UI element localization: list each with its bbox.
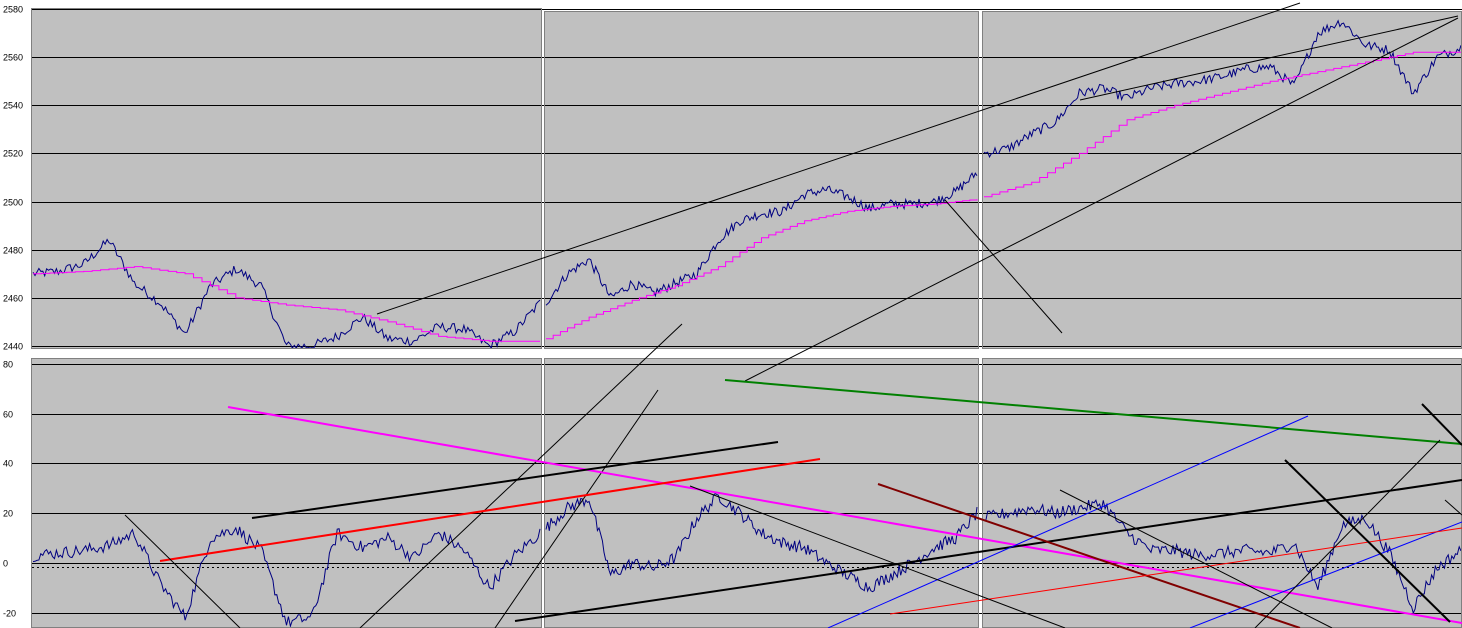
y-tick-label: -20 (3, 609, 16, 619)
y-tick-label: 40 (3, 459, 13, 469)
y-tick-label: 2580 (3, 5, 23, 15)
y-tick-label: 2460 (3, 294, 23, 304)
y-tick-label: 2540 (3, 101, 23, 111)
oscillator-panel-1 (32, 359, 541, 628)
y-tick-label: 2520 (3, 149, 23, 159)
price-panel-2 (545, 12, 978, 348)
y-tick-label: 0 (3, 559, 8, 569)
y-tick-label: 2480 (3, 246, 23, 256)
chart-canvas: 2580 2560 2540 2520 2500 2480 2460 2440 80 60 40 2… (0, 0, 1462, 628)
oscillator-panel-2 (545, 359, 978, 628)
price-chart: 2580 2560 2540 2520 2500 2480 2460 2440 (3, 5, 1462, 352)
y-tick-label: 80 (3, 360, 13, 370)
y-tick-label: 2500 (3, 198, 23, 208)
y-tick-label: 60 (3, 410, 13, 420)
price-panel-3 (983, 12, 1462, 348)
y-tick-label: 2440 (3, 342, 23, 352)
y-tick-label: 2560 (3, 53, 23, 63)
oscillator-panel-3 (983, 359, 1462, 628)
price-panel-1 (32, 9, 541, 348)
y-tick-label: 20 (3, 509, 13, 519)
